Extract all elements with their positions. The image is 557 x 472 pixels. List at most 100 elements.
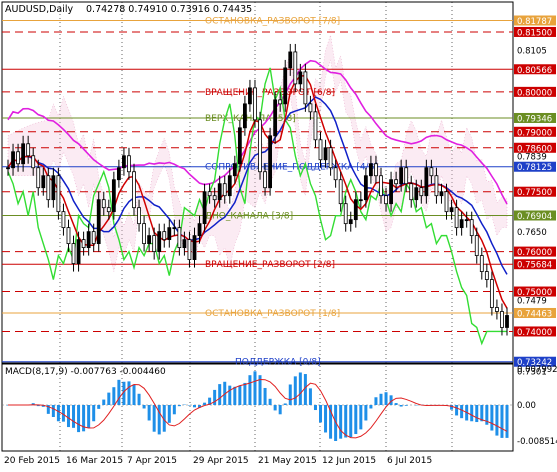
candle-body: [385, 196, 388, 204]
candle-body: [324, 148, 327, 160]
candle-body: [435, 176, 438, 196]
candle-body: [475, 236, 478, 256]
candle-body: [420, 188, 423, 196]
macd-bar: [107, 393, 110, 405]
macd-bar: [193, 405, 196, 407]
macd-axis-label: 0.007992: [517, 365, 557, 375]
candle-body: [32, 156, 35, 168]
candle-body: [37, 168, 40, 188]
candle-body: [480, 256, 483, 272]
candle-body: [405, 168, 408, 184]
candle-body: [57, 176, 60, 212]
macd-bar: [379, 394, 382, 405]
candle-body: [415, 188, 418, 200]
level-label: ВРАЩЕНИЕ_РАЗВОРОТ [2/8]: [205, 260, 335, 270]
candle-body: [122, 156, 125, 168]
candle-body: [82, 240, 85, 248]
candle-body: [390, 180, 393, 204]
macd-bar: [67, 405, 70, 427]
time-axis-label: 6 Jul 2015: [387, 456, 432, 466]
candle-body: [309, 104, 312, 112]
trading-chart-window[interactable]: ОСТАНОВКА_РАЗВОРОТ [7/8] ВРАЩЕНИЕ_РАЗВОРО…: [0, 0, 557, 468]
candle-body: [274, 100, 277, 136]
macd-bar: [294, 376, 297, 405]
chart-canvas[interactable]: ОСТАНОВКА_РАЗВОРОТ [7/8] ВРАЩЕНИЕ_РАЗВОРО…: [0, 0, 557, 468]
time-axis-label: 7 Apr 2015: [127, 456, 177, 466]
price-axis-label: 0.7479: [517, 296, 547, 306]
macd-title: MACD(8,17,9) -0.007763 -0.004460: [5, 367, 166, 377]
price-axis-label: 0.7839: [517, 153, 547, 163]
macd-bar: [314, 405, 317, 410]
candle-body: [47, 176, 50, 200]
price-tag-label: 0.79346: [517, 114, 552, 124]
candle-body: [143, 224, 146, 244]
macd-bar: [495, 405, 498, 436]
candle-body: [354, 200, 357, 220]
candle-body: [112, 180, 115, 212]
candle-body: [248, 88, 251, 104]
level-label: ДНО_КАНАЛА [3/8]: [205, 211, 293, 221]
macd-bar: [470, 405, 473, 421]
macd-bar: [400, 405, 403, 407]
price-tag-label: 0.74000: [517, 328, 552, 338]
macd-bar: [178, 405, 181, 406]
candle-body: [102, 200, 105, 208]
candle-body: [395, 180, 398, 184]
price-tag-label: 0.81787: [517, 17, 552, 27]
macd-bar: [289, 384, 292, 405]
candle-body: [228, 176, 231, 196]
price-tag-label: 0.80000: [517, 88, 552, 98]
candle-body: [400, 168, 403, 184]
candle-body: [42, 176, 45, 188]
macd-bar: [92, 405, 95, 421]
candle-body: [460, 220, 463, 228]
price-tag-label: 0.80566: [517, 66, 552, 76]
candle-body: [133, 172, 136, 208]
price-tag-label: 0.75684: [517, 261, 552, 271]
candle-body: [339, 180, 342, 204]
candle-body: [168, 228, 171, 240]
macd-bar: [238, 386, 241, 405]
candle-body: [440, 192, 443, 196]
macd-bar: [339, 405, 342, 439]
time-axis-label: 20 Feb 2015: [4, 456, 60, 466]
macd-bar: [359, 405, 362, 429]
time-axis-label: 21 May 2015: [258, 456, 317, 466]
candle-body: [198, 224, 201, 236]
candle-body: [344, 204, 347, 224]
macd-bar: [97, 405, 100, 409]
candle-body: [500, 311, 503, 327]
candle-body: [329, 148, 332, 168]
macd-bar: [480, 405, 483, 421]
candle-body: [450, 208, 453, 212]
macd-bar: [248, 375, 251, 405]
candle-body: [17, 152, 20, 164]
macd-bar: [77, 405, 80, 432]
macd-bar: [455, 405, 458, 415]
candle-body: [299, 72, 302, 84]
macd-bar: [324, 405, 327, 432]
macd-bar: [87, 405, 90, 428]
macd-axis-label: 0.00: [517, 401, 536, 411]
macd-bar: [133, 384, 136, 405]
candle-body: [153, 236, 156, 252]
macd-bar: [354, 405, 357, 434]
macd-bar: [500, 405, 503, 438]
candle-body: [264, 172, 267, 188]
level-label: ОСТАНОВКА_РАЗВОРОТ [7/8]: [205, 17, 340, 27]
candle-body: [72, 244, 75, 264]
macd-bar: [460, 405, 463, 418]
macd-bar: [188, 405, 191, 406]
macd-bar: [253, 371, 256, 405]
candle-body: [379, 176, 382, 196]
candle-body: [223, 184, 226, 196]
macd-bar: [374, 397, 377, 405]
macd-bar: [405, 405, 408, 406]
macd-bar: [344, 405, 347, 438]
candle-body: [27, 144, 30, 156]
macd-bar: [173, 405, 176, 414]
candle-body: [178, 228, 181, 248]
time-axis-label: 16 Mar 2015: [66, 456, 123, 466]
macd-bar: [57, 405, 60, 421]
macd-bar: [506, 405, 509, 438]
